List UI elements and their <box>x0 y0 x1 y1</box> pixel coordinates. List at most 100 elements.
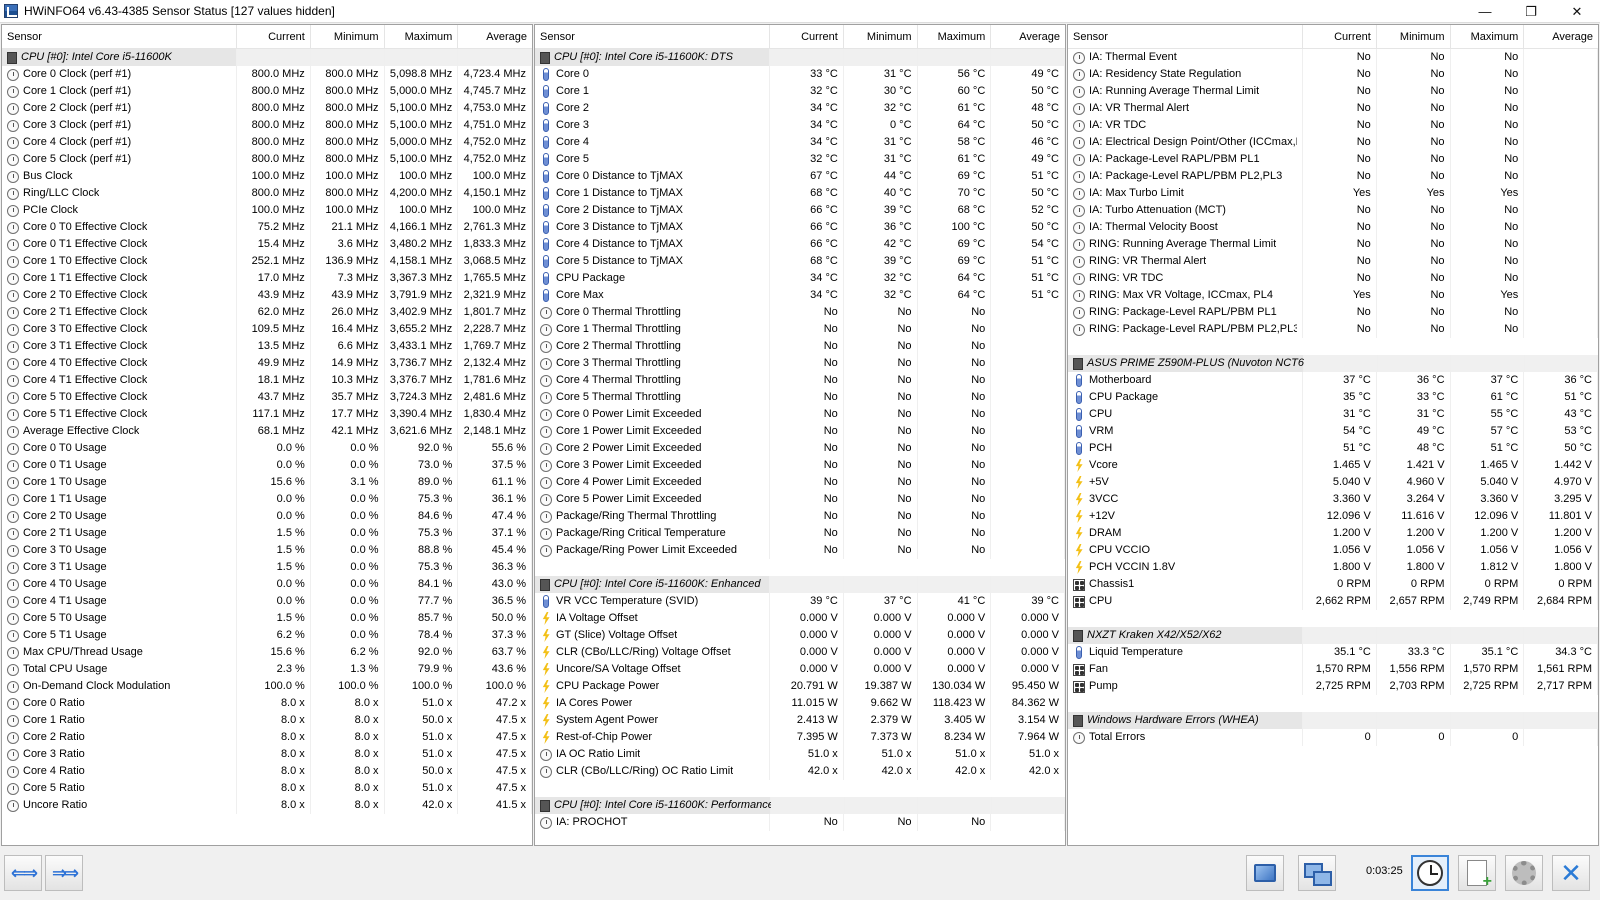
sensor-row[interactable]: Core 5 T1 Effective Clock 117.1 MHz 17.7 M… <box>2 406 532 423</box>
sensor-row[interactable]: Pump 2,725 RPM 2,703 RPM 2,725 RPM 2,717 RPM <box>1068 678 1598 695</box>
sensor-row[interactable]: Core 0 T1 Effective Clock 15.4 MHz 3.6 MHz… <box>2 236 532 253</box>
sensor-group-header[interactable]: CPU [#0]: Intel Core i5-11600K: Enhanced <box>535 576 1065 593</box>
sensor-row[interactable]: RING: Running Average Thermal Limit No No N… <box>1068 236 1598 253</box>
sensor-group-header[interactable]: CPU [#0]: Intel Core i5-11600K: Performa… <box>535 797 1065 814</box>
sensor-row[interactable]: Core 2 Thermal Throttling No No No <box>535 338 1065 355</box>
sensor-row[interactable]: Core 4 Thermal Throttling No No No <box>535 372 1065 389</box>
sensor-row[interactable]: Ring/LLC Clock 800.0 MHz 800.0 MHz 4,200.0 … <box>2 185 532 202</box>
sensor-row[interactable]: Core 4 T1 Usage 0.0 % 0.0 % 77.7 % 36.5 % <box>2 593 532 610</box>
sensor-row[interactable]: Liquid Temperature 35.1 °C 33.3 °C 35.1 °C 3… <box>1068 644 1598 661</box>
sensor-row[interactable]: Package/Ring Power Limit Exceeded No No No <box>535 542 1065 559</box>
sensor-row[interactable]: Package/Ring Critical Temperature No No No <box>535 525 1065 542</box>
sensor-row[interactable]: Core 0 Clock (perf #1) 800.0 MHz 800.0 MHz… <box>2 66 532 83</box>
sensor-row[interactable]: RING: VR Thermal Alert No No No <box>1068 253 1598 270</box>
sensor-row[interactable]: RING: Max VR Voltage, ICCmax, PL4 Yes No Ye… <box>1068 287 1598 304</box>
sensor-pane-1[interactable]: Sensor Current Minimum Maximum Average CPU [#… <box>1 24 533 846</box>
sensor-row[interactable]: CLR (CBo/LLC/Ring) Voltage Offset 0.000 V… <box>535 644 1065 661</box>
sensor-row[interactable]: Core 5 Distance to TjMAX 68 °C 39 °C 69 °C 5… <box>535 253 1065 270</box>
sensor-row[interactable]: Core 3 T1 Effective Clock 13.5 MHz 6.6 MHz… <box>2 338 532 355</box>
header-sensor[interactable]: Sensor <box>535 25 771 49</box>
sensor-row[interactable]: 3VCC 3.360 V 3.264 V 3.360 V 3.295 V <box>1068 491 1598 508</box>
sensor-row[interactable]: RING: VR TDC No No No <box>1068 270 1598 287</box>
sensor-row[interactable]: Core 5 Power Limit Exceeded No No No <box>535 491 1065 508</box>
header-sensor[interactable]: Sensor <box>1068 25 1304 49</box>
header-current[interactable]: Current <box>1303 25 1377 49</box>
sensor-row[interactable]: Core 5 T1 Usage 6.2 % 0.0 % 78.4 % 37.3 % <box>2 627 532 644</box>
sensor-row[interactable]: IA: PROCHOT No No No <box>535 814 1065 831</box>
sensor-row[interactable]: CPU Package 34 °C 32 °C 64 °C 51 °C <box>535 270 1065 287</box>
sensor-row[interactable]: Core 3 Distance to TjMAX 66 °C 36 °C 100 °C… <box>535 219 1065 236</box>
sensor-row[interactable]: Core 4 34 °C 31 °C 58 °C 46 °C <box>535 134 1065 151</box>
sensor-row[interactable]: Core 1 T0 Usage 15.6 % 3.1 % 89.0 % 61.1 % <box>2 474 532 491</box>
sensor-row[interactable]: Core 2 T0 Usage 0.0 % 0.0 % 84.6 % 47.4 % <box>2 508 532 525</box>
sensor-row[interactable]: IA: Electrical Design Point/Other (ICCma… <box>1068 134 1598 151</box>
sensor-row[interactable]: Core 3 34 °C 0 °C 64 °C 50 °C <box>535 117 1065 134</box>
sensor-row[interactable]: Core 5 T0 Usage 1.5 % 0.0 % 85.7 % 50.0 % <box>2 610 532 627</box>
sensor-row[interactable]: Core 0 Distance to TjMAX 67 °C 44 °C 69 °C 5… <box>535 168 1065 185</box>
sensor-row[interactable]: Core 1 Power Limit Exceeded No No No <box>535 423 1065 440</box>
monitor-button[interactable] <box>1246 855 1284 891</box>
sensor-row[interactable]: Core 4 Ratio 8.0 x 8.0 x 50.0 x 47.5 x <box>2 763 532 780</box>
sensor-row[interactable]: Core 5 Thermal Throttling No No No <box>535 389 1065 406</box>
sensor-row[interactable]: Core 0 T0 Usage 0.0 % 0.0 % 92.0 % 55.6 % <box>2 440 532 457</box>
sensor-row[interactable]: Core 1 T1 Effective Clock 17.0 MHz 7.3 MHz… <box>2 270 532 287</box>
sensor-row[interactable]: On-Demand Clock Modulation 100.0 % 100.0 %… <box>2 678 532 695</box>
sensor-row[interactable]: CPU Package Power 20.791 W 19.387 W 130.034… <box>535 678 1065 695</box>
sensor-row[interactable]: Core 0 T1 Usage 0.0 % 0.0 % 73.0 % 37.5 % <box>2 457 532 474</box>
sensor-group-header[interactable]: Windows Hardware Errors (WHEA) <box>1068 712 1598 729</box>
sensor-row[interactable]: GT (Slice) Voltage Offset 0.000 V 0.000 V0… <box>535 627 1065 644</box>
header-maximum[interactable]: Maximum <box>1451 25 1525 49</box>
sensor-row[interactable]: Core 5 T0 Effective Clock 43.7 MHz 35.7 MH… <box>2 389 532 406</box>
sensor-row[interactable]: VR VCC Temperature (SVID) 39 °C 37 °C 41 °C… <box>535 593 1065 610</box>
sensor-row[interactable]: IA: Max Turbo Limit Yes Yes Yes <box>1068 185 1598 202</box>
sensor-row[interactable]: Vcore 1.465 V 1.421 V 1.465 V 1.442 V <box>1068 457 1598 474</box>
sensor-group-header[interactable]: CPU [#0]: Intel Core i5-11600K <box>2 49 532 66</box>
sensor-row[interactable]: IA: Thermal Velocity Boost No No No <box>1068 219 1598 236</box>
sensor-row[interactable]: Max CPU/Thread Usage 15.6 % 6.2 % 92.0 % 63.… <box>2 644 532 661</box>
sensor-group-header[interactable]: NXZT Kraken X42/X52/X62 <box>1068 627 1598 644</box>
sensor-row[interactable]: Package/Ring Thermal Throttling No No No <box>535 508 1065 525</box>
sensor-row[interactable]: Core 4 Power Limit Exceeded No No No <box>535 474 1065 491</box>
header-minimum[interactable]: Minimum <box>1377 25 1451 49</box>
sensor-row[interactable]: Core 5 Clock (perf #1) 800.0 MHz 800.0 MHz… <box>2 151 532 168</box>
sensor-row[interactable]: Core 1 T1 Usage 0.0 % 0.0 % 75.3 % 36.1 % <box>2 491 532 508</box>
sensor-row[interactable]: Fan 1,570 RPM 1,556 RPM 1,570 RPM 1,561 RPM <box>1068 661 1598 678</box>
sensor-row[interactable]: Core 1 Thermal Throttling No No No <box>535 321 1065 338</box>
close-sensors-button[interactable]: ✕ <box>1552 855 1590 891</box>
sensor-row[interactable]: PCIe Clock 100.0 MHz 100.0 MHz 100.0 MHz 100… <box>2 202 532 219</box>
sensor-row[interactable]: Uncore Ratio 8.0 x 8.0 x 42.0 x 41.5 x <box>2 797 532 814</box>
sensor-row[interactable]: Total Errors 0 0 0 <box>1068 729 1598 746</box>
sensor-row[interactable]: PCH 51 °C 48 °C 51 °C 50 °C <box>1068 440 1598 457</box>
sensor-row[interactable]: Rest-of-Chip Power 7.395 W 7.373 W 8.234 W7… <box>535 729 1065 746</box>
sensor-pane-2[interactable]: Sensor Current Minimum Maximum Average CPU [#… <box>534 24 1066 846</box>
header-average[interactable]: Average <box>1524 25 1598 49</box>
sensor-row[interactable]: Core 5 32 °C 31 °C 61 °C 49 °C <box>535 151 1065 168</box>
sensor-row[interactable]: IA: Package-Level RAPL/PBM PL1 No No No <box>1068 151 1598 168</box>
sensor-row[interactable]: Core 1 Distance to TjMAX 68 °C 40 °C 70 °C 5… <box>535 185 1065 202</box>
sensor-row[interactable]: Uncore/SA Voltage Offset 0.000 V 0.000 V 0.… <box>535 661 1065 678</box>
sensor-row[interactable]: CPU Package 35 °C 33 °C 61 °C 51 °C <box>1068 389 1598 406</box>
sensor-group-header[interactable]: CPU [#0]: Intel Core i5-11600K: DTS <box>535 49 1065 66</box>
sensor-row[interactable]: IA: Thermal Event No No No <box>1068 49 1598 66</box>
sensor-row[interactable]: Core 2 Distance to TjMAX 66 °C 39 °C 68 °C 5… <box>535 202 1065 219</box>
navigate-left-button[interactable]: ⇐⇒ <box>4 855 42 891</box>
sensor-row[interactable]: Core 3 Ratio 8.0 x 8.0 x 51.0 x 47.5 x <box>2 746 532 763</box>
sensor-row[interactable]: Motherboard 37 °C 36 °C 37 °C 36 °C <box>1068 372 1598 389</box>
sensor-row[interactable]: Total CPU Usage 2.3 % 1.3 % 79.9 % 43.6 % <box>2 661 532 678</box>
settings-button[interactable] <box>1505 855 1543 891</box>
sensor-group-header[interactable]: ASUS PRIME Z590M-PLUS (Nuvoton NCT6798D) <box>1068 355 1598 372</box>
sensor-row[interactable]: Core 2 Clock (perf #1) 800.0 MHz 800.0 MHz… <box>2 100 532 117</box>
sensor-row[interactable]: Core 4 T0 Effective Clock 49.9 MHz 14.9 MH… <box>2 355 532 372</box>
sensor-row[interactable]: Core 5 Ratio 8.0 x 8.0 x 51.0 x 47.5 x <box>2 780 532 797</box>
sensor-row[interactable]: IA: Package-Level RAPL/PBM PL2,PL3 No No No <box>1068 168 1598 185</box>
sensor-row[interactable]: IA: Running Average Thermal Limit No No No <box>1068 83 1598 100</box>
sensor-row[interactable]: IA: Residency State Regulation No No No <box>1068 66 1598 83</box>
sensor-row[interactable]: Core 1 Ratio 8.0 x 8.0 x 50.0 x 47.5 x <box>2 712 532 729</box>
sensor-row[interactable]: Core 1 Clock (perf #1) 800.0 MHz 800.0 MHz… <box>2 83 532 100</box>
sensor-row[interactable]: CPU 2,662 RPM 2,657 RPM 2,749 RPM 2,684 RPM <box>1068 593 1598 610</box>
sensor-row[interactable]: IA Voltage Offset 0.000 V 0.000 V 0.000 V 0.… <box>535 610 1065 627</box>
sensor-row[interactable]: RING: Package-Level RAPL/PBM PL1 No No No <box>1068 304 1598 321</box>
sensor-row[interactable]: Core 4 T1 Effective Clock 18.1 MHz 10.3 MH… <box>2 372 532 389</box>
sensor-row[interactable]: Core 3 Power Limit Exceeded No No No <box>535 457 1065 474</box>
sensor-row[interactable]: Core 3 T0 Effective Clock 109.5 MHz 16.4 M… <box>2 321 532 338</box>
